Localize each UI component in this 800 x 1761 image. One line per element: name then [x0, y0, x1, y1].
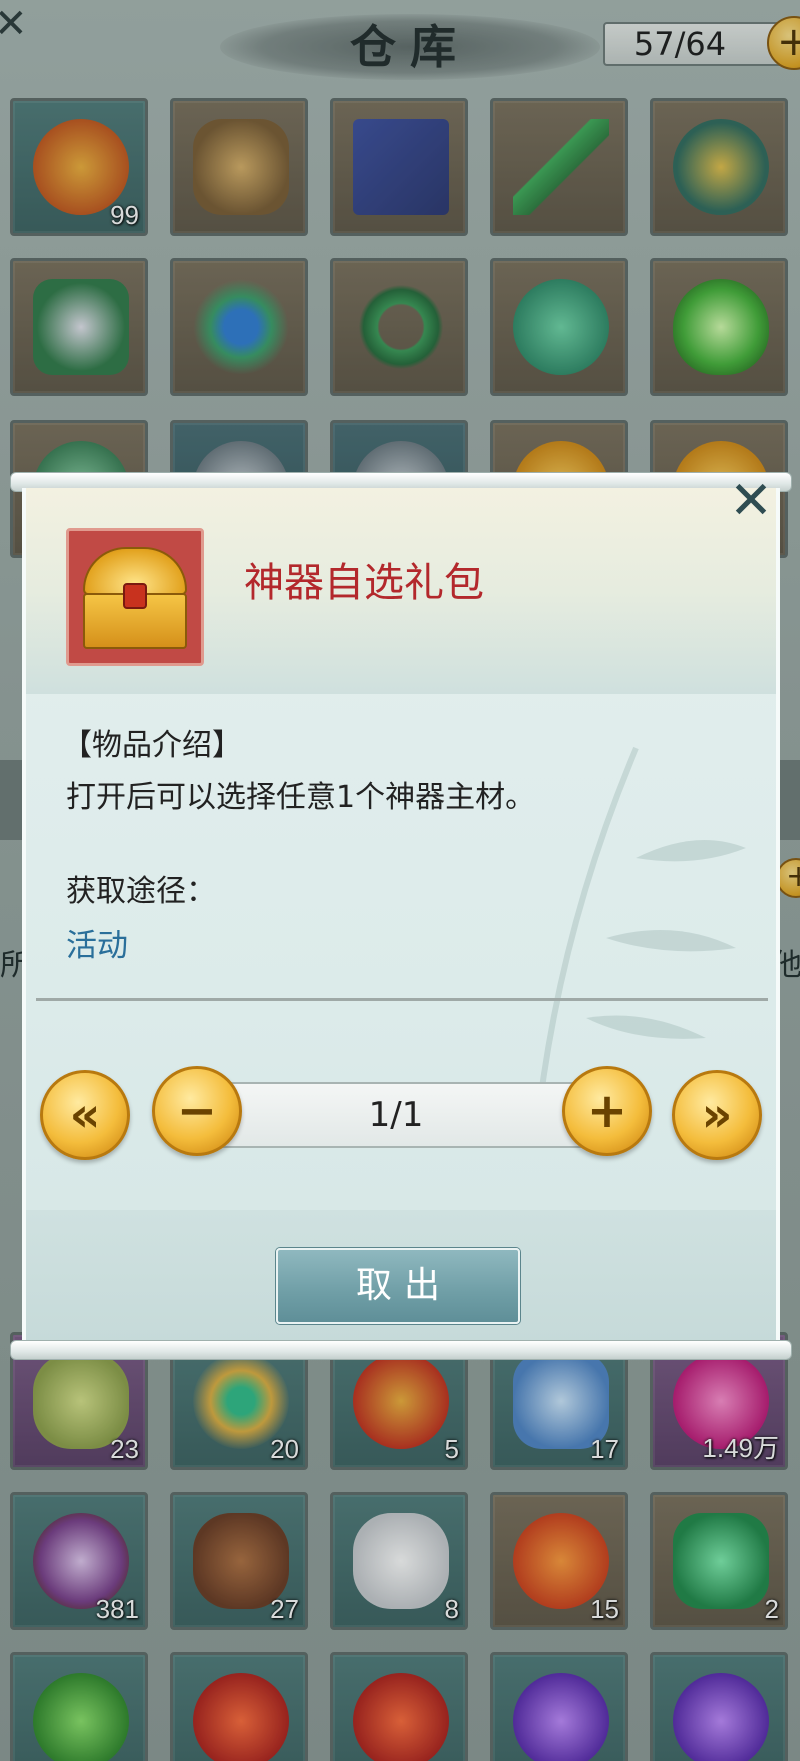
decrease-quantity-button[interactable]: −	[152, 1066, 242, 1156]
source-link-activity[interactable]: 活动	[66, 920, 128, 965]
dialog-header: 神器自选礼包	[26, 488, 776, 694]
quantity-value: 1/1	[368, 1095, 424, 1135]
item-detail-dialog: 神器自选礼包 【物品介绍】 打开后可以选择任意1个神器主材。 获取途径： 活动 …	[10, 472, 792, 1360]
source-heading: 获取途径：	[66, 874, 216, 909]
minus-icon: −	[176, 1083, 218, 1139]
max-quantity-button[interactable]: »	[672, 1070, 762, 1160]
increase-quantity-button[interactable]: +	[562, 1066, 652, 1156]
item-name: 神器自选礼包	[244, 560, 484, 606]
min-quantity-button[interactable]: «	[40, 1070, 130, 1160]
dialog-body: 神器自选礼包 【物品介绍】 打开后可以选择任意1个神器主材。 获取途径： 活动 …	[22, 488, 780, 1344]
take-out-button[interactable]: 取出	[276, 1248, 520, 1324]
plus-icon: +	[586, 1083, 628, 1139]
chest-lock	[123, 583, 147, 609]
double-chevron-right-icon: »	[701, 1087, 733, 1143]
double-chevron-left-icon: «	[69, 1087, 101, 1143]
treasure-chest-icon	[66, 528, 204, 666]
scroll-rod-bottom	[10, 1340, 792, 1360]
quantity-stepper: 1/1	[206, 1082, 586, 1148]
item-description: 打开后可以选择任意1个神器主材。	[66, 780, 536, 815]
take-out-label: 取出	[355, 1265, 452, 1306]
close-icon[interactable]: ✕	[726, 475, 776, 527]
description-heading: 【物品介绍】	[62, 728, 242, 763]
divider	[36, 998, 768, 1001]
